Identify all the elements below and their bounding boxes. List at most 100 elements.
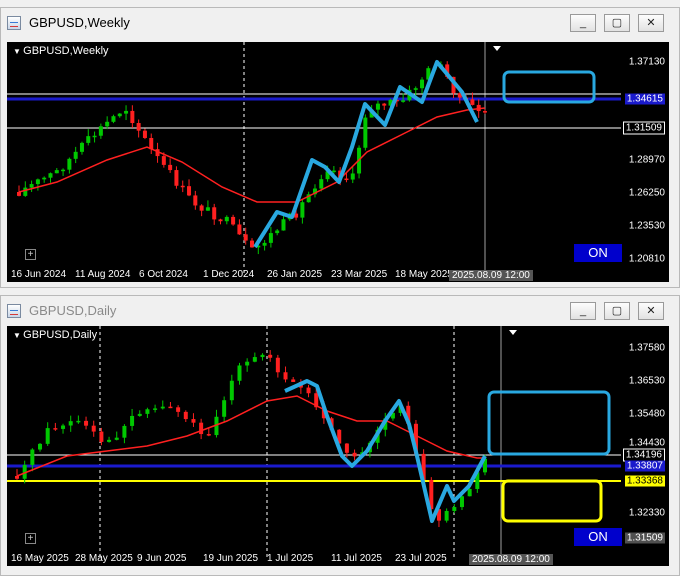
candle-body: [275, 230, 280, 234]
candle-body: [142, 130, 147, 138]
candle-body: [99, 431, 104, 442]
candle-body: [193, 195, 198, 206]
candle-body: [245, 361, 250, 366]
candle-body: [413, 88, 418, 90]
candle-body: [268, 233, 273, 243]
weekly-chart-area[interactable]: GBPUSD,Weekly 1.37130 1.34615 1.31509 1.…: [7, 42, 669, 282]
candle-body: [130, 415, 135, 426]
minimize-button[interactable]: _: [570, 14, 596, 32]
candle-body: [160, 406, 165, 409]
minimize-button[interactable]: _: [570, 302, 596, 320]
price-tick: 1.36530: [628, 375, 665, 387]
date-label: 11 Jul 2025: [331, 553, 382, 564]
crosshair-plus-icon[interactable]: +: [25, 533, 36, 544]
date-label: 9 Jun 2025: [137, 553, 187, 564]
candle-body: [137, 413, 142, 416]
daily-window-title: GBPUSD,Daily: [29, 303, 117, 318]
candle-body: [350, 173, 355, 180]
candle-body: [470, 99, 475, 105]
price-tick: 1.23530: [628, 220, 665, 232]
date-label: 19 Jun 2025: [203, 553, 259, 564]
candle-body: [130, 110, 135, 124]
candle-body: [180, 185, 185, 188]
date-label: 28 May 2025: [75, 553, 133, 564]
weekly-title-bar[interactable]: GBPUSD,Weekly _ ▢ ✕: [1, 8, 679, 38]
crosshair-plus-icon[interactable]: +: [25, 249, 36, 260]
candle-body: [224, 216, 229, 222]
candle-body: [145, 409, 150, 414]
candle-body: [206, 434, 211, 436]
weekly-chart-window: GBPUSD,Weekly _ ▢ ✕ GBPUSD,Weekly 1.3713…: [0, 7, 680, 288]
candle-body: [229, 380, 234, 401]
price-tick-yellow-line: 1.33368: [624, 475, 665, 487]
candle-body: [199, 205, 204, 211]
price-tick: 1.35480: [628, 408, 665, 420]
candle-body: [268, 354, 273, 358]
restore-button[interactable]: ▢: [604, 14, 630, 32]
daily-on-badge[interactable]: ON: [574, 528, 622, 546]
candle-body: [281, 219, 286, 231]
candle-body: [344, 178, 349, 181]
candle-body: [375, 103, 380, 110]
candle-body: [243, 234, 248, 241]
candle-body: [92, 135, 97, 138]
candle-body: [352, 452, 357, 457]
candle-body: [483, 111, 487, 113]
close-button[interactable]: ✕: [638, 14, 664, 32]
candle-body: [15, 476, 19, 479]
price-tick: 1.26250: [628, 187, 665, 199]
candle-body: [275, 357, 280, 373]
candle-body: [38, 443, 43, 450]
candle-body: [331, 170, 336, 173]
daily-chart-window: GBPUSD,Daily _ ▢ ✕ GBPUSD,Daily 1.37580 …: [0, 295, 680, 576]
price-tick: 1.34430: [628, 437, 665, 449]
shift-marker: [509, 330, 517, 335]
candle-body: [250, 240, 254, 248]
date-label: 23 Mar 2025: [331, 269, 388, 280]
restore-button[interactable]: ▢: [604, 302, 630, 320]
candle-body: [79, 142, 84, 152]
date-label: 26 Jan 2025: [267, 269, 323, 280]
candle-body: [84, 420, 89, 426]
candle-body: [105, 121, 110, 127]
candle-body: [107, 439, 112, 442]
candle-body: [300, 202, 305, 218]
candle-body: [187, 186, 192, 196]
candle-body: [91, 425, 96, 432]
daily-chart-area[interactable]: GBPUSD,Daily 1.37580 1.36530 1.35480 1.3…: [7, 326, 669, 566]
candle-body: [161, 156, 166, 165]
daily-title-bar[interactable]: GBPUSD,Daily _ ▢ ✕: [1, 296, 679, 326]
candle-body: [212, 207, 217, 220]
price-tick-blue-line: 1.34615: [624, 93, 665, 105]
candle-body: [222, 400, 227, 417]
candle-body: [86, 136, 91, 143]
candle-body: [117, 113, 122, 117]
candle-body: [467, 488, 472, 497]
candle-body: [53, 428, 58, 430]
date-label: 23 Jul 2025: [395, 553, 447, 564]
candle-body: [283, 372, 288, 380]
candle-body: [420, 79, 425, 89]
candle-body: [252, 357, 257, 362]
price-tick: 1.20810: [628, 253, 665, 265]
candle-body: [205, 207, 210, 211]
candle-body: [444, 510, 449, 521]
chart-window-icon: [7, 304, 21, 318]
date-label: 1 Dec 2024: [203, 269, 255, 280]
candle-body: [452, 507, 457, 511]
weekly-symbol-label: GBPUSD,Weekly: [13, 45, 108, 57]
candle-body: [76, 420, 81, 423]
weekly-on-badge[interactable]: ON: [574, 244, 622, 262]
target-zone-rectangle: [501, 479, 603, 523]
candle-body: [174, 170, 179, 186]
candle-body: [183, 411, 188, 420]
close-button[interactable]: ✕: [638, 302, 664, 320]
candle-body: [136, 123, 141, 131]
candle-body: [382, 103, 387, 106]
candle-body: [45, 428, 50, 444]
price-tick: 1.37130: [628, 56, 665, 68]
date-label: 16 Jun 2024: [11, 269, 67, 280]
candle-body: [176, 407, 181, 412]
price-tick-white-line: 1.31509: [622, 121, 665, 135]
candle-body: [168, 406, 173, 409]
